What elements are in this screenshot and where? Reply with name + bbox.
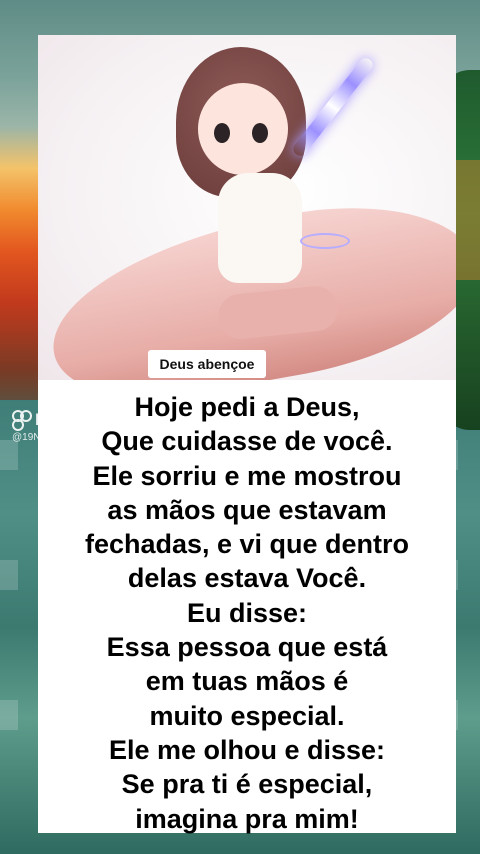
poem-line: Que cuidasse de você. <box>101 426 393 457</box>
poem-line: Hoje pedi a Deus, <box>134 392 360 422</box>
poem-line: Ele sorriu e me mostrou <box>92 460 402 491</box>
poem-text: Hoje pedi a Deus, Que cuidasse de você. … <box>38 390 456 836</box>
poem-line: Ele me olhou e disse: <box>108 734 386 765</box>
poem-line: imagina pra mim! <box>135 803 359 834</box>
poem-line: delas estava Você. <box>127 563 367 594</box>
poem-line: fechadas, e vi que dentro <box>84 529 410 560</box>
message-card: Deus abençoe Hoje pedi a Deus, Que cuida… <box>38 35 456 836</box>
kwai-watermark: Kwai @19Nazy8735 <box>12 410 78 443</box>
poem-line: Eu disse: <box>186 597 308 628</box>
poem-line: as mãos que estavam <box>107 494 387 525</box>
poem-line: Se pra ti é especial, <box>121 769 373 800</box>
poem-line: em tuas mãos é <box>145 666 349 697</box>
kwai-logo-icon <box>12 410 32 431</box>
girl-in-hand-illustration <box>38 35 456 380</box>
poem-line: Essa pessoa que está <box>106 632 388 663</box>
watermark-handle: @19Nazy8735 <box>12 432 79 443</box>
watermark-brand: Kwai <box>35 410 75 429</box>
poem-line: muito especial. <box>149 700 345 731</box>
blessing-badge: Deus abençoe <box>148 350 266 378</box>
